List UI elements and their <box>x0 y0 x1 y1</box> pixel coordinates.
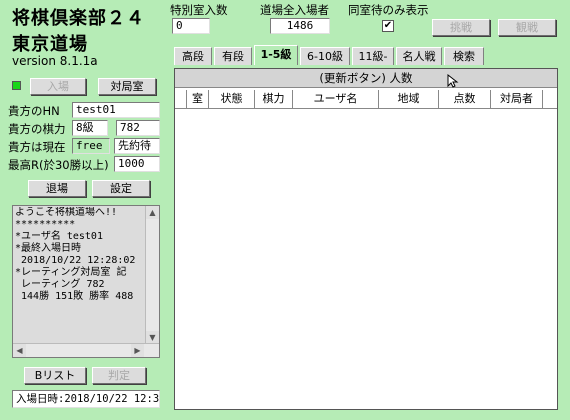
match-room-button[interactable]: 対局室 <box>98 78 156 95</box>
column-header-rating[interactable]: 棋力 <box>255 90 293 108</box>
column-header-opponent[interactable]: 対局者 <box>491 90 543 108</box>
message-line: *最終入場日時 <box>15 243 82 254</box>
message-line: ようこそ将棋道場へ!! <box>15 207 118 218</box>
scroll-up-icon[interactable]: ▲ <box>146 206 159 219</box>
column-header-state[interactable]: 状態 <box>209 90 255 108</box>
refresh-button[interactable]: (更新ボタン) 人数 <box>175 69 557 88</box>
status-label: 貴方は現在 <box>8 140 66 154</box>
settings-button[interactable]: 設定 <box>92 180 150 197</box>
challenge-button[interactable]: 挑戦 <box>432 19 490 36</box>
dojo-total-count: 1486 <box>270 18 330 34</box>
b-list-button[interactable]: Bリスト <box>24 367 86 384</box>
tab-6-10-kyu[interactable]: 6-10級 <box>300 47 350 65</box>
message-log-text: ようこそ将棋道場へ!! ********** *ユーザ名 test01 *最終入場日時… <box>15 207 143 341</box>
entry-time-field: 入場日時:2018/10/22 12:3 <box>12 390 160 408</box>
app-title-line2: 東京道場 <box>12 34 88 55</box>
scroll-right-icon[interactable]: ▶ <box>131 344 144 357</box>
column-header-flag[interactable] <box>175 90 187 108</box>
tab-1-5-kyu[interactable]: 1-5級 <box>254 45 298 65</box>
max-rating-field: 1000 <box>114 156 160 172</box>
message-horizontal-scrollbar[interactable]: ◀ ▶ <box>13 343 159 357</box>
same-room-only-label: 同室待のみ表示 <box>348 3 429 17</box>
message-line: ********** <box>15 219 76 230</box>
message-line: レーティング 782 <box>15 279 105 290</box>
message-log[interactable]: ようこそ将棋道場へ!! ********** *ユーザ名 test01 *最終入場日時… <box>12 205 160 358</box>
rating-label: 貴方の棋力 <box>8 122 66 136</box>
dojo-total-label: 道場全入場者 <box>260 3 329 17</box>
app-version: version 8.1.1a <box>12 54 98 68</box>
hn-label: 貴方のHN <box>8 104 60 118</box>
column-header-room[interactable]: 室 <box>187 90 209 108</box>
mouse-cursor-icon <box>447 74 459 88</box>
watch-button[interactable]: 観戦 <box>498 19 556 36</box>
same-room-only-checkbox[interactable]: ✔ <box>382 20 394 32</box>
column-header-username[interactable]: ユーザ名 <box>293 90 379 108</box>
tab-meijin[interactable]: 名人戦 <box>396 47 442 65</box>
rating-field: 782 <box>116 120 160 136</box>
tab-search[interactable]: 検索 <box>444 47 484 65</box>
column-header-points[interactable]: 点数 <box>439 90 491 108</box>
hn-field: test01 <box>72 102 160 118</box>
message-line: 2018/10/22 12:28:02 <box>15 255 136 266</box>
app-title-line1: 将棋倶楽部２４ <box>12 8 145 29</box>
message-line: *レーティング対局室 記 <box>15 267 127 278</box>
exit-button[interactable]: 退場 <box>28 180 86 197</box>
status-indicator-icon <box>12 81 21 90</box>
status-mode-field: 先約待 <box>114 138 160 154</box>
player-table[interactable]: (更新ボタン) 人数 室 状態 棋力 ユーザ名 地域 点数 対局者 <box>174 68 558 410</box>
rank-field: 8級 <box>72 120 108 136</box>
tab-high-dan[interactable]: 高段 <box>174 47 212 65</box>
special-room-label: 特別室入数 <box>170 3 228 17</box>
column-header-region[interactable]: 地域 <box>379 90 439 108</box>
tab-11-kyu[interactable]: 11級- <box>352 47 394 65</box>
message-line: 144勝 151敗 勝率 488 <box>15 291 134 302</box>
judge-button[interactable]: 判定 <box>92 367 146 384</box>
max-rating-label: 最高R(於30勝以上) <box>8 158 109 172</box>
status-field: free <box>72 138 110 154</box>
tab-dan[interactable]: 有段 <box>214 47 252 65</box>
message-line: *ユーザ名 test01 <box>15 231 103 242</box>
special-room-count: 0 <box>172 18 210 34</box>
message-vertical-scrollbar[interactable]: ▲ ▼ <box>145 206 159 344</box>
scroll-left-icon[interactable]: ◀ <box>13 344 26 357</box>
table-header: 室 状態 棋力 ユーザ名 地域 点数 対局者 <box>175 90 557 109</box>
enter-button[interactable]: 入場 <box>30 78 86 95</box>
